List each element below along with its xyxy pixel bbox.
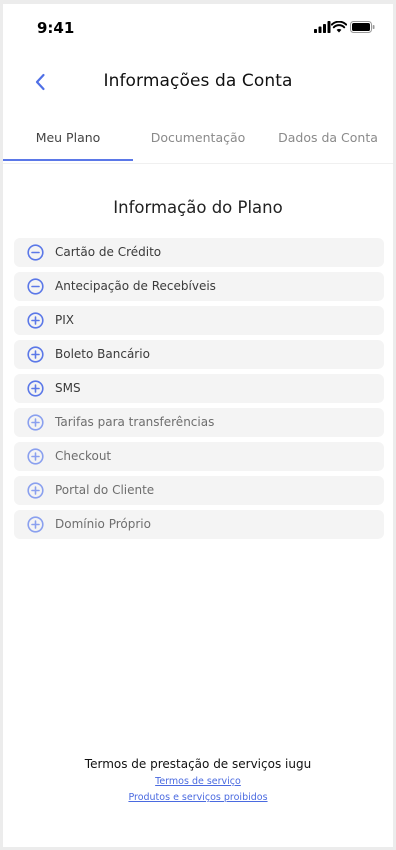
signal-icon (314, 21, 331, 33)
tab-meu-plano[interactable]: Meu Plano (3, 119, 133, 161)
tab-bar: Meu Plano Documentação Dados da Conta (3, 119, 393, 164)
page-title: Informações da Conta (103, 71, 293, 91)
plan-item-label: Cartão de Crédito (55, 245, 162, 259)
plan-item-label: Boleto Bancário (55, 347, 150, 361)
plan-item-dominio-proprio[interactable]: Domínio Próprio (14, 510, 384, 539)
plus-circle-icon (27, 312, 44, 329)
plan-item-tarifas-para-transferencias[interactable]: Tarifas para transferências (14, 408, 384, 437)
tab-documentacao[interactable]: Documentação (133, 119, 263, 161)
plan-item-label: Tarifas para transferências (55, 415, 215, 429)
section-title: Informação do Plano (113, 198, 283, 217)
plan-item-antecipacao-de-recebiveis[interactable]: Antecipação de Recebíveis (14, 272, 384, 301)
plan-list: Cartão de Crédito Antecipação de Recebív… (14, 238, 384, 544)
nav-header: Informações da Conta (3, 60, 393, 104)
plan-item-boleto-bancario[interactable]: Boleto Bancário (14, 340, 384, 369)
plan-item-label: Domínio Próprio (55, 517, 151, 531)
plus-circle-icon (27, 482, 44, 499)
prohibited-products-link[interactable]: Produtos e serviços proibidos (3, 792, 393, 803)
plus-circle-icon (27, 414, 44, 431)
plan-item-cartao-de-credito[interactable]: Cartão de Crédito (14, 238, 384, 267)
plan-item-label: Antecipação de Recebíveis (55, 279, 216, 293)
tab-dados-da-conta[interactable]: Dados da Conta (263, 119, 393, 161)
plan-item-checkout[interactable]: Checkout (14, 442, 384, 471)
plan-item-pix[interactable]: PIX (14, 306, 384, 335)
wifi-icon (331, 21, 347, 33)
footer-title: Termos de prestação de serviços iugu (84, 757, 312, 771)
plus-circle-icon (27, 516, 44, 533)
minus-circle-icon (27, 278, 44, 295)
plan-item-label: Portal do Cliente (55, 483, 155, 497)
terms-of-service-link[interactable]: Termos de serviço (3, 776, 393, 787)
footer: Termos de prestação de serviços iugu Ter… (3, 757, 393, 803)
battery-icon (350, 21, 375, 33)
phone-screen: 9:41 Informações da Conta Meu Plano Docu… (3, 4, 393, 847)
plan-item-label: PIX (55, 313, 74, 327)
plus-circle-icon (27, 346, 44, 363)
status-bar: 9:41 (3, 4, 393, 52)
plan-item-portal-do-cliente[interactable]: Portal do Cliente (14, 476, 384, 505)
plan-item-label: Checkout (55, 449, 112, 463)
plan-item-label: SMS (55, 381, 81, 395)
plus-circle-icon (27, 448, 44, 465)
plus-circle-icon (27, 380, 44, 397)
minus-circle-icon (27, 244, 44, 261)
plan-item-sms[interactable]: SMS (14, 374, 384, 403)
status-time: 9:41 (37, 19, 75, 37)
